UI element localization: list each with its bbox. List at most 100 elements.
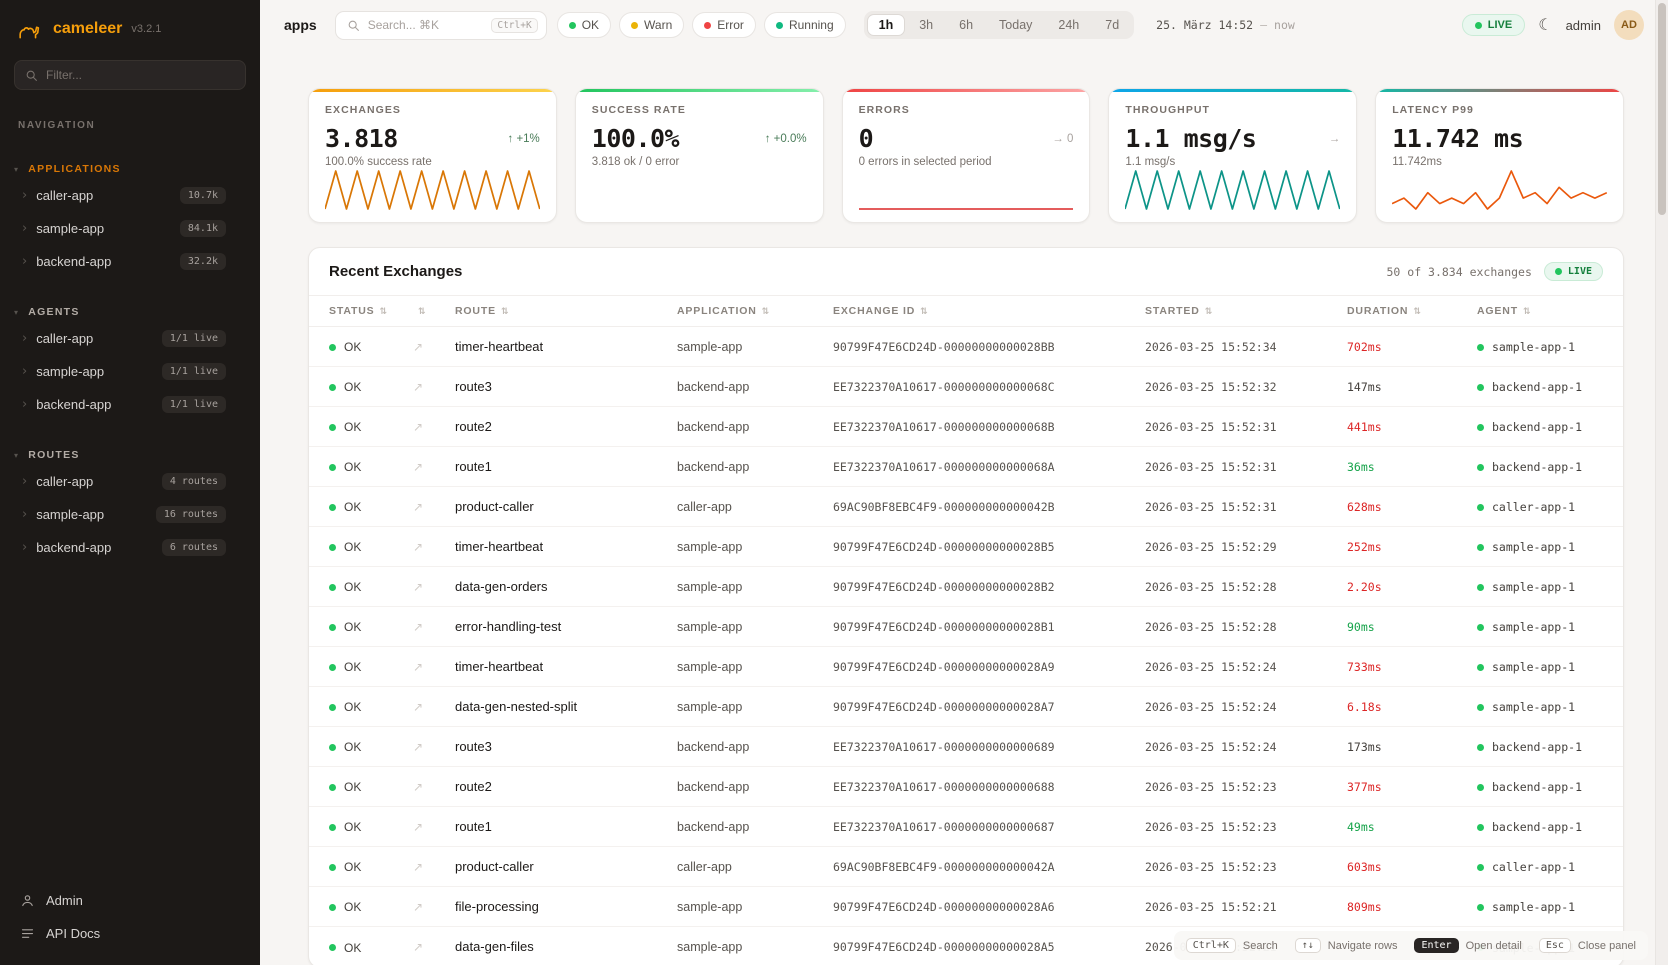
global-search[interactable]: Search... ⌘K Ctrl+K xyxy=(335,11,547,40)
sidebar-section-header[interactable]: ▾ ROUTES xyxy=(0,445,260,465)
table-row[interactable]: OK ↗ file-processing sample-app 90799F47… xyxy=(309,887,1623,927)
scrollbar-thumb[interactable] xyxy=(1658,3,1666,215)
sidebar-item-api-docs[interactable]: API Docs xyxy=(12,918,248,949)
agent-status-dot xyxy=(1477,664,1484,671)
live-indicator[interactable]: LIVE xyxy=(1462,14,1525,36)
time-range-24h[interactable]: 24h xyxy=(1046,14,1091,36)
table-row[interactable]: OK ↗ route2 backend-app EE7322370A10617-… xyxy=(309,767,1623,807)
column-header-started[interactable]: STARTED⇅ xyxy=(1137,296,1339,327)
table-row[interactable]: OK ↗ error-handling-test sample-app 9079… xyxy=(309,607,1623,647)
route-cell: route2 xyxy=(447,767,669,807)
sort-icon[interactable]: ⇅ xyxy=(920,307,928,317)
hint-search: Ctrl+KSearch xyxy=(1186,938,1278,953)
search-icon xyxy=(347,19,360,32)
open-detail-icon[interactable]: ↗ xyxy=(413,700,423,714)
sidebar-item[interactable]: › sample-app 1/1 live xyxy=(0,355,260,388)
open-detail-icon[interactable]: ↗ xyxy=(413,740,423,754)
theme-toggle-moon-icon[interactable]: ☾ xyxy=(1538,17,1552,33)
open-detail-icon[interactable]: ↗ xyxy=(413,580,423,594)
kpi-label: EXCHANGES xyxy=(325,104,540,116)
kpi-cards: EXCHANGES 3.818 ↑ +1% 100.0% success rat… xyxy=(308,88,1624,223)
avatar[interactable]: AD xyxy=(1614,10,1644,40)
column-header-duration[interactable]: DURATION⇅ xyxy=(1339,296,1469,327)
column-header-exchange-id[interactable]: EXCHANGE ID⇅ xyxy=(825,296,1137,327)
route-cell: data-gen-files xyxy=(447,927,669,965)
sort-icon[interactable]: ⇅ xyxy=(1205,307,1213,317)
table-row[interactable]: OK ↗ timer-heartbeat sample-app 90799F47… xyxy=(309,327,1623,367)
column-header-agent[interactable]: AGENT⇅ xyxy=(1469,296,1623,327)
search-placeholder: Search... ⌘K xyxy=(368,18,484,32)
status-filter-chip[interactable]: OK xyxy=(557,12,611,38)
sort-icon[interactable]: ⇅ xyxy=(501,307,509,317)
open-detail-icon[interactable]: ↗ xyxy=(413,420,423,434)
open-detail-icon[interactable]: ↗ xyxy=(413,660,423,674)
sidebar-item[interactable]: › sample-app 16 routes xyxy=(0,498,260,531)
status-label: OK xyxy=(344,660,361,674)
table-row[interactable]: OK ↗ product-caller caller-app 69AC90BF8… xyxy=(309,487,1623,527)
application-cell: caller-app xyxy=(669,847,825,887)
sidebar-item[interactable]: › sample-app 84.1k xyxy=(0,212,260,245)
time-range-today[interactable]: Today xyxy=(987,14,1044,36)
open-detail-icon[interactable]: ↗ xyxy=(413,780,423,794)
open-detail-icon[interactable]: ↗ xyxy=(413,540,423,554)
sidebar-item[interactable]: › backend-app 6 routes xyxy=(0,531,260,564)
table-row[interactable]: OK ↗ route1 backend-app EE7322370A10617-… xyxy=(309,447,1623,487)
open-detail-icon[interactable]: ↗ xyxy=(413,620,423,634)
open-detail-icon[interactable]: ↗ xyxy=(413,380,423,394)
table-row[interactable]: OK ↗ timer-heartbeat sample-app 90799F47… xyxy=(309,647,1623,687)
table-row[interactable]: OK ↗ data-gen-orders sample-app 90799F47… xyxy=(309,567,1623,607)
table-row[interactable]: OK ↗ data-gen-nested-split sample-app 90… xyxy=(309,687,1623,727)
time-range-1h[interactable]: 1h xyxy=(867,14,906,36)
filter-input[interactable] xyxy=(46,68,235,82)
status-filter-chip[interactable]: Error xyxy=(692,12,756,38)
sidebar-item[interactable]: › backend-app 32.2k xyxy=(0,245,260,278)
started-cell: 2026-03-25 15:52:29 xyxy=(1137,527,1339,567)
column-header-status[interactable]: STATUS⇅ xyxy=(309,296,405,327)
table-row[interactable]: OK ↗ timer-heartbeat sample-app 90799F47… xyxy=(309,527,1623,567)
open-detail-icon[interactable]: ↗ xyxy=(413,940,423,954)
time-range-3h[interactable]: 3h xyxy=(907,14,945,36)
sidebar-item[interactable]: › caller-app 4 routes xyxy=(0,465,260,498)
sort-icon[interactable]: ⇅ xyxy=(1413,307,1421,317)
time-range-6h[interactable]: 6h xyxy=(947,14,985,36)
agent-label: backend-app-1 xyxy=(1492,460,1582,474)
app-logo[interactable]: cameleer v3.2.1 xyxy=(0,0,260,54)
scrollbar[interactable] xyxy=(1655,0,1668,965)
sidebar-item[interactable]: › backend-app 1/1 live xyxy=(0,388,260,421)
sidebar-item-admin[interactable]: Admin xyxy=(12,885,248,916)
sort-icon[interactable]: ⇅ xyxy=(379,307,387,317)
table-row[interactable]: OK ↗ route3 backend-app EE7322370A10617-… xyxy=(309,727,1623,767)
sidebar-item[interactable]: › caller-app 1/1 live xyxy=(0,322,260,355)
status-label: OK xyxy=(344,500,361,514)
status-label: OK xyxy=(344,780,361,794)
column-header-expand[interactable]: ⇅ xyxy=(405,296,447,327)
started-cell: 2026-03-25 15:52:23 xyxy=(1137,767,1339,807)
time-range-7d[interactable]: 7d xyxy=(1093,14,1131,36)
application-cell: sample-app xyxy=(669,527,825,567)
open-detail-icon[interactable]: ↗ xyxy=(413,900,423,914)
open-detail-icon[interactable]: ↗ xyxy=(413,860,423,874)
agent-label: sample-app-1 xyxy=(1492,900,1575,914)
table-row[interactable]: OK ↗ route1 backend-app EE7322370A10617-… xyxy=(309,807,1623,847)
application-cell: backend-app xyxy=(669,367,825,407)
table-row[interactable]: OK ↗ route2 backend-app EE7322370A10617-… xyxy=(309,407,1623,447)
status-filter-chip[interactable]: Running xyxy=(764,12,846,38)
open-detail-icon[interactable]: ↗ xyxy=(413,460,423,474)
column-header-route[interactable]: ROUTE⇅ xyxy=(447,296,669,327)
app-name: cameleer xyxy=(53,20,122,38)
sidebar-item[interactable]: › caller-app 10.7k xyxy=(0,179,260,212)
open-detail-icon[interactable]: ↗ xyxy=(413,340,423,354)
sidebar-section-header[interactable]: ▾ APPLICATIONS xyxy=(0,159,260,179)
column-header-application[interactable]: APPLICATION⇅ xyxy=(669,296,825,327)
open-detail-icon[interactable]: ↗ xyxy=(413,500,423,514)
sidebar-filter[interactable] xyxy=(14,60,246,90)
open-detail-icon[interactable]: ↗ xyxy=(413,820,423,834)
sort-icon[interactable]: ⇅ xyxy=(1523,307,1531,317)
sidebar-section-header[interactable]: ▾ AGENTS xyxy=(0,302,260,322)
table-row[interactable]: OK ↗ product-caller caller-app 69AC90BF8… xyxy=(309,847,1623,887)
application-cell: backend-app xyxy=(669,727,825,767)
table-row[interactable]: OK ↗ route3 backend-app EE7322370A10617-… xyxy=(309,367,1623,407)
sort-icon[interactable]: ⇅ xyxy=(418,307,426,317)
status-filter-chip[interactable]: Warn xyxy=(619,12,684,38)
sort-icon[interactable]: ⇅ xyxy=(762,307,770,317)
